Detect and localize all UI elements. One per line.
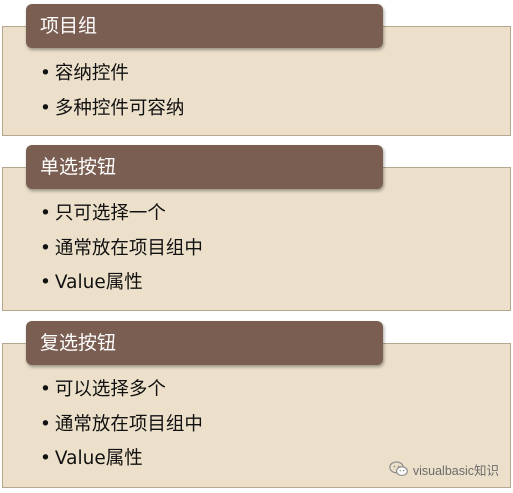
list-item: 容纳控件 [40,57,184,92]
list-item: 可以选择多个 [40,373,203,408]
watermark-text: visualbasic知识 [412,463,499,478]
bullet-list: 容纳控件 多种控件可容纳 [40,57,185,127]
watermark: visualbasic知识 [389,458,499,480]
list-item: 只可选择一个 [40,197,203,232]
list-item: Value属性 [40,266,203,301]
list-item: 多种控件可容纳 [40,92,185,127]
bullet-list: 可以选择多个 通常放在项目组中 Value属性 [40,373,203,477]
wechat-icon [389,461,408,476]
section-title: 项目组 [40,15,98,37]
section-title: 复选按钮 [40,332,117,354]
list-item: Value属性 [40,442,203,477]
list-item: 通常放在项目组中 [40,408,203,443]
section-header: 单选按钮 [26,145,383,189]
list-item: 通常放在项目组中 [40,232,203,267]
bullet-list: 只可选择一个 通常放在项目组中 Value属性 [40,197,203,301]
section-header: 复选按钮 [26,321,383,365]
section-title: 单选按钮 [40,156,117,178]
section-header: 项目组 [26,4,383,48]
